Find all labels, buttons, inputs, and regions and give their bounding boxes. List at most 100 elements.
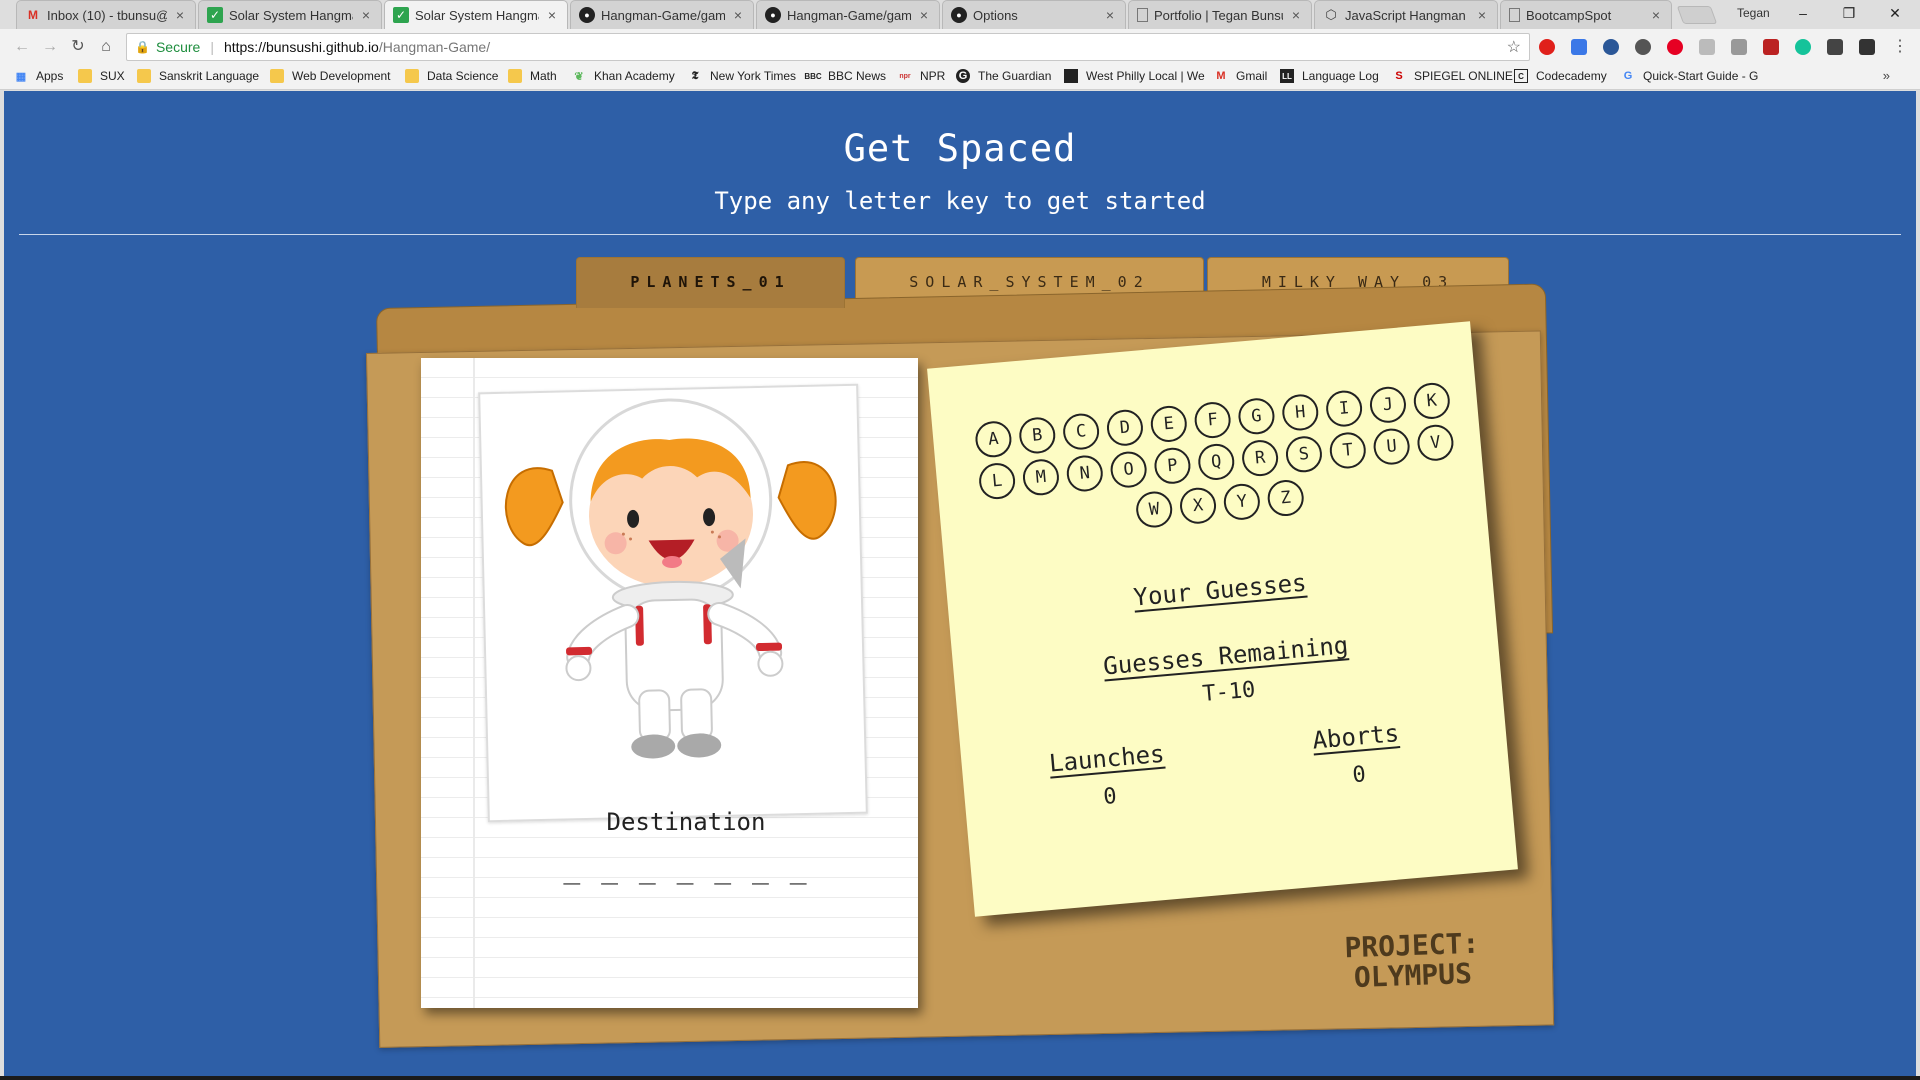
back-arrow-icon[interactable]: ← (12, 37, 32, 57)
address-bar[interactable]: 🔒 Secure | https://bunsushi.github.io /H… (126, 33, 1530, 61)
home-icon[interactable]: ⌂ (96, 37, 116, 57)
folder-icon (270, 69, 284, 83)
forward-arrow-icon[interactable]: → (40, 37, 60, 57)
tab-planets[interactable]: PLANETS_01 (576, 257, 845, 308)
sticky-note: A B C D E F G H I J K L M N O P Q R S T … (927, 321, 1518, 917)
close-window-button[interactable]: ✕ (1872, 0, 1918, 29)
bookmark-label: The Guardian (978, 69, 1052, 83)
browser-tab-gmail[interactable]: M Inbox (10) - tbunsu@gr × (16, 0, 196, 29)
page-icon (1137, 8, 1148, 22)
letter-z[interactable]: Z (1266, 478, 1306, 518)
bookmarks-overflow-icon[interactable]: » (1883, 68, 1890, 83)
letter-i[interactable]: I (1324, 389, 1364, 429)
letter-u[interactable]: U (1372, 427, 1412, 467)
close-icon[interactable]: × (359, 7, 373, 23)
letter-s[interactable]: S (1284, 434, 1324, 474)
letter-j[interactable]: J (1368, 385, 1408, 425)
checkmark-favicon-icon: ✓ (393, 7, 409, 23)
browser-tab-js-hangman[interactable]: ⬡ JavaScript Hangman g × (1314, 0, 1498, 29)
bookmark-google[interactable]: G Quick-Start Guide - G (1621, 69, 1759, 83)
letter-q[interactable]: Q (1196, 442, 1236, 482)
bookmark-webdev[interactable]: Web Development (270, 69, 391, 83)
close-icon[interactable]: × (1475, 7, 1489, 23)
opera-icon[interactable] (1539, 39, 1555, 55)
bookmark-gmail[interactable]: M Gmail (1214, 69, 1267, 83)
bookmark-label: SUX (100, 69, 125, 83)
close-icon[interactable]: × (731, 7, 745, 23)
close-icon[interactable]: × (1649, 7, 1663, 23)
letter-m[interactable]: M (1021, 457, 1061, 497)
close-icon[interactable]: × (545, 7, 559, 23)
letter-o[interactable]: O (1109, 450, 1149, 490)
bookmark-apps[interactable]: ▦ Apps (14, 69, 64, 83)
letter-t[interactable]: T (1328, 430, 1368, 470)
taskbar-edge (0, 1076, 1920, 1080)
bookmark-sanskrit[interactable]: Sanskrit Language (137, 69, 259, 83)
bookmark-languagelog[interactable]: LL Language Log (1280, 69, 1379, 83)
game-page: Get Spaced Type any letter key to get st… (4, 91, 1916, 1076)
letter-e[interactable]: E (1149, 404, 1189, 444)
folder-icon (137, 69, 151, 83)
pdf-icon[interactable] (1763, 39, 1779, 55)
browser-tab-hangman-active[interactable]: ✓ Solar System Hangman × (384, 0, 568, 29)
tab-title: JavaScript Hangman g (1345, 7, 1469, 23)
aborts-label: Aborts (1311, 719, 1401, 755)
nyt-icon: 𝕿 (691, 69, 699, 82)
tab-title: BootcampSpot (1526, 7, 1612, 23)
bookmark-sux[interactable]: SUX (78, 69, 125, 83)
letter-g[interactable]: G (1236, 396, 1276, 436)
bookmark-star-icon[interactable]: ☆ (1507, 37, 1521, 57)
extension-icon[interactable] (1603, 39, 1619, 55)
letter-r[interactable]: R (1240, 438, 1280, 478)
extension-icon[interactable] (1731, 39, 1747, 55)
letter-l[interactable]: L (977, 461, 1017, 501)
browser-tab-portfolio[interactable]: Portfolio | Tegan Bunsu × (1128, 0, 1312, 29)
pinterest-icon[interactable] (1667, 39, 1683, 55)
letter-d[interactable]: D (1105, 408, 1145, 448)
browser-tab-github-1[interactable]: ● Hangman-Game/game × (570, 0, 754, 29)
browser-tab-hangman-1[interactable]: ✓ Solar System Hangman × (198, 0, 382, 29)
letter-k[interactable]: K (1412, 381, 1452, 421)
grammarly-icon[interactable] (1795, 39, 1811, 55)
extension-icon[interactable] (1571, 39, 1587, 55)
dropbox-icon[interactable] (1699, 39, 1715, 55)
close-icon[interactable]: × (917, 7, 931, 23)
bookmark-npr[interactable]: npr NPR (898, 69, 945, 83)
browser-tab-github-2[interactable]: ● Hangman-Game/game × (756, 0, 940, 29)
letter-x[interactable]: X (1178, 486, 1218, 526)
letter-c[interactable]: C (1061, 412, 1101, 452)
letter-h[interactable]: H (1280, 392, 1320, 432)
menu-icon[interactable]: ⋮ (1890, 37, 1910, 57)
letter-y[interactable]: Y (1222, 482, 1262, 522)
bookmark-khan[interactable]: ❦ Khan Academy (572, 69, 674, 83)
restore-button[interactable]: ❐ (1826, 0, 1872, 29)
browser-tab-options[interactable]: ● Options × (942, 0, 1126, 29)
letter-n[interactable]: N (1065, 453, 1105, 493)
letter-f[interactable]: F (1193, 400, 1233, 440)
evernote-icon[interactable] (1635, 39, 1651, 55)
bookmark-spiegel[interactable]: S SPIEGEL ONLINE (1392, 69, 1513, 83)
close-icon[interactable]: × (1103, 7, 1117, 23)
letter-a[interactable]: A (973, 419, 1013, 459)
bookmark-codecademy[interactable]: C Codecademy (1514, 69, 1607, 83)
bookmark-math[interactable]: Math (508, 69, 557, 83)
bookmark-bbc[interactable]: BBC BBC News (804, 69, 886, 83)
bookmark-westphilly[interactable]: West Philly Local | We (1064, 69, 1205, 83)
extension-icon[interactable] (1859, 39, 1875, 55)
letter-v[interactable]: V (1415, 423, 1455, 463)
bookmark-guardian[interactable]: G The Guardian (956, 69, 1051, 83)
pen-icon[interactable] (1827, 39, 1843, 55)
minimize-button[interactable]: – (1780, 0, 1826, 29)
close-icon[interactable]: × (1289, 7, 1303, 23)
letter-w[interactable]: W (1134, 490, 1174, 530)
bookmark-nyt[interactable]: 𝕿 New York Times (688, 69, 796, 83)
letter-p[interactable]: P (1152, 446, 1192, 486)
new-tab-button[interactable] (1676, 6, 1718, 24)
browser-tab-bootcampspot[interactable]: BootcampSpot × (1500, 0, 1672, 29)
folder-icon (78, 69, 92, 83)
profile-name[interactable]: Tegan (1737, 6, 1770, 20)
letter-b[interactable]: B (1017, 415, 1057, 455)
bookmark-datascience[interactable]: Data Science (405, 69, 498, 83)
reload-icon[interactable]: ↻ (68, 37, 88, 57)
close-icon[interactable]: × (173, 7, 187, 23)
